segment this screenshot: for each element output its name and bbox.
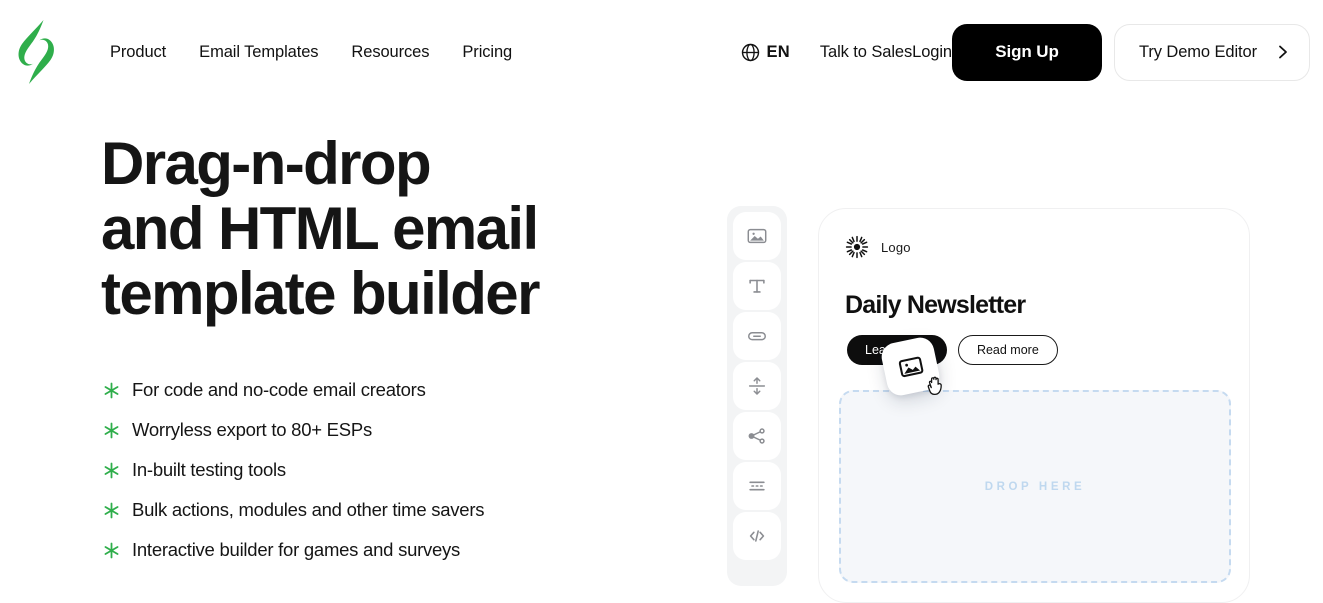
video-divider-icon [749, 481, 765, 491]
text-block-tool[interactable] [733, 262, 781, 310]
asterisk-icon [101, 460, 121, 480]
try-demo-editor-label: Try Demo Editor [1139, 42, 1257, 61]
brand-logo[interactable] [14, 18, 58, 86]
email-button-row: Learn more Read more [847, 335, 1058, 365]
email-heading: Daily Newsletter [845, 291, 1026, 319]
site-header: Product Email Templates Resources Pricin… [0, 0, 1323, 104]
read-more-button[interactable]: Read more [957, 335, 1058, 365]
hero-title-line-1: Drag-n-drop [101, 130, 432, 197]
primary-nav: Product Email Templates Resources Pricin… [110, 0, 512, 104]
asterisk-icon [101, 540, 121, 560]
asterisk-icon [101, 420, 121, 440]
list-item-label: For code and no-code email creators [132, 379, 426, 400]
stripo-leaf-logo-icon [18, 20, 54, 84]
list-item: In-built testing tools [101, 450, 701, 490]
html-block-tool[interactable] [733, 512, 781, 560]
nav-link-email-templates[interactable]: Email Templates [199, 43, 318, 62]
list-item-label: Interactive builder for games and survey… [132, 539, 461, 560]
email-logo-label: Logo [881, 239, 911, 255]
globe-icon [741, 43, 759, 61]
video-block-tool[interactable] [733, 462, 781, 510]
social-block-tool[interactable] [733, 412, 781, 460]
asterisk-icon [101, 380, 121, 400]
list-item: Worryless export to 80+ ESPs [101, 410, 701, 450]
chevron-right-icon [1279, 45, 1287, 59]
share-nodes-icon [748, 428, 765, 444]
drop-zone[interactable]: DROP HERE [839, 390, 1231, 583]
email-logo-row: Logo [845, 235, 911, 259]
nav-link-resources[interactable]: Resources [351, 43, 429, 62]
list-item: Bulk actions, modules and other time sav… [101, 490, 701, 530]
email-preview-card: Logo Daily Newsletter Learn more Read mo… [818, 208, 1250, 603]
spacer-block-tool[interactable] [733, 362, 781, 410]
builder-block-toolbar [727, 206, 787, 586]
language-switcher[interactable]: EN [741, 43, 790, 62]
asterisk-icon [101, 500, 121, 520]
button-block-tool[interactable] [733, 312, 781, 360]
text-t-icon [749, 279, 765, 293]
nav-link-talk-to-sales[interactable]: Talk to Sales [820, 43, 912, 62]
hero-title-line-3: template builder [101, 260, 540, 327]
sign-up-button[interactable]: Sign Up [952, 23, 1102, 81]
code-brackets-icon [749, 530, 765, 542]
list-item: For code and no-code email creators [101, 370, 701, 410]
list-item: Interactive builder for games and survey… [101, 530, 701, 570]
image-icon [747, 228, 767, 244]
list-item-label: Bulk actions, modules and other time sav… [132, 499, 485, 520]
hero-title-line-2: and HTML email [101, 195, 539, 262]
button-icon [748, 332, 766, 341]
nav-link-pricing[interactable]: Pricing [462, 43, 512, 62]
list-item-label: Worryless export to 80+ ESPs [132, 419, 372, 440]
spacer-arrows-icon [748, 377, 766, 395]
sunburst-logo-icon [845, 235, 869, 259]
nav-link-product[interactable]: Product [110, 43, 166, 62]
grabbing-hand-cursor [925, 372, 947, 403]
hero-section: Drag-n-drop and HTML email template buil… [101, 131, 701, 570]
drop-zone-label: DROP HERE [984, 480, 1086, 493]
list-item-label: In-built testing tools [132, 459, 286, 480]
header-actions: EN Talk to Sales Login Sign Up Try Demo … [741, 0, 1310, 104]
nav-link-login[interactable]: Login [912, 43, 952, 62]
hero-feature-list: For code and no-code email creators Worr… [101, 370, 701, 570]
try-demo-editor-button[interactable]: Try Demo Editor [1114, 23, 1310, 81]
page-title: Drag-n-drop and HTML email template buil… [101, 131, 701, 326]
image-icon [898, 356, 923, 377]
image-block-tool[interactable] [733, 212, 781, 260]
language-label: EN [766, 42, 790, 61]
